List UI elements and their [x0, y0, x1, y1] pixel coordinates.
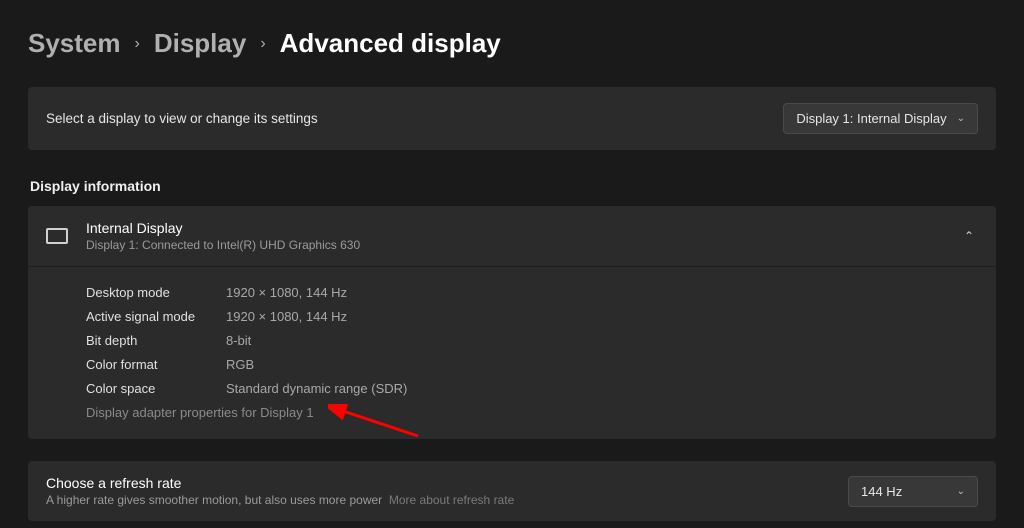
display-info-body: Desktop mode1920 × 1080, 144 HzActive si… [28, 266, 996, 439]
chevron-right-icon: › [260, 35, 265, 53]
display-info-title: Internal Display [86, 220, 360, 236]
info-row: Color spaceStandard dynamic range (SDR) [86, 377, 978, 401]
info-row: Desktop mode1920 × 1080, 144 Hz [86, 281, 978, 305]
info-row-value: Standard dynamic range (SDR) [226, 377, 407, 401]
info-row-value: 1920 × 1080, 144 Hz [226, 281, 347, 305]
chevron-down-icon: ⌄ [957, 113, 965, 124]
select-display-label: Select a display to view or change its s… [46, 111, 318, 126]
monitor-icon [46, 228, 68, 244]
info-row-key: Desktop mode [86, 281, 226, 305]
display-selector-value: Display 1: Internal Display [796, 111, 946, 126]
display-info-header[interactable]: Internal Display Display 1: Connected to… [28, 206, 996, 266]
display-info-card: Internal Display Display 1: Connected to… [28, 206, 996, 439]
breadcrumb-system[interactable]: System [28, 28, 121, 59]
info-row: Bit depth8-bit [86, 329, 978, 353]
refresh-rate-subtitle: A higher rate gives smoother motion, but… [46, 493, 514, 507]
breadcrumb: System › Display › Advanced display [28, 28, 996, 59]
chevron-up-icon: ⌃ [964, 229, 978, 243]
info-row-key: Color space [86, 377, 226, 401]
display-info-subtitle: Display 1: Connected to Intel(R) UHD Gra… [86, 238, 360, 252]
more-about-refresh-link[interactable]: More about refresh rate [389, 493, 514, 507]
info-row-value: 8-bit [226, 329, 251, 353]
refresh-rate-dropdown[interactable]: 144 Hz ⌄ [848, 476, 978, 507]
info-row-key: Bit depth [86, 329, 226, 353]
breadcrumb-display[interactable]: Display [154, 28, 247, 59]
section-title-display-info: Display information [30, 178, 996, 194]
info-row-value: RGB [226, 353, 254, 377]
info-row: Color formatRGB [86, 353, 978, 377]
info-row-key: Color format [86, 353, 226, 377]
info-row-key: Active signal mode [86, 305, 226, 329]
refresh-rate-card: Choose a refresh rate A higher rate give… [28, 461, 996, 521]
adapter-properties-link[interactable]: Display adapter properties for Display 1 [86, 401, 978, 425]
select-display-panel: Select a display to view or change its s… [28, 87, 996, 150]
refresh-rate-title: Choose a refresh rate [46, 475, 514, 491]
refresh-rate-value: 144 Hz [861, 484, 902, 499]
chevron-right-icon: › [135, 35, 140, 53]
info-row: Active signal mode1920 × 1080, 144 Hz [86, 305, 978, 329]
display-selector-dropdown[interactable]: Display 1: Internal Display ⌄ [783, 103, 978, 134]
breadcrumb-advanced-display: Advanced display [280, 28, 501, 59]
chevron-down-icon: ⌄ [957, 486, 965, 497]
info-row-value: 1920 × 1080, 144 Hz [226, 305, 347, 329]
